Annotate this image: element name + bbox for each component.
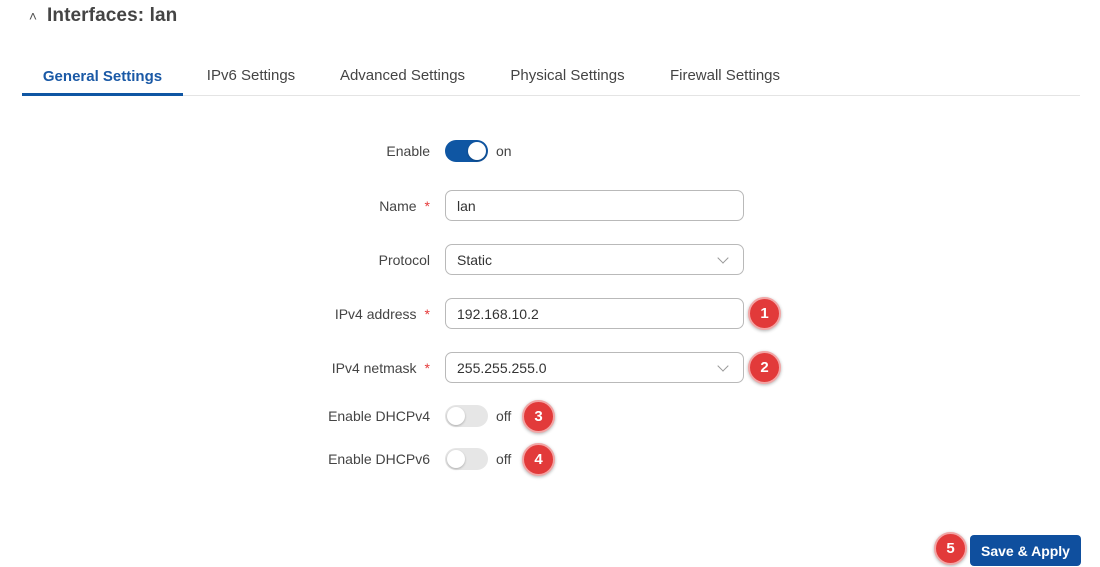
dhcpv6-label: Enable DHCPv6 [328,451,430,467]
dhcpv6-row: Enable DHCPv6 off 4 [0,442,1100,476]
enable-row: Enable on [0,140,1100,162]
toggle-knob [447,450,465,468]
dhcpv6-state: off [496,451,512,467]
ipv4-address-label-text: IPv4 address [334,305,417,322]
ipv4-netmask-value: 255.255.255.0 [457,359,547,376]
required-mark: * [424,359,430,376]
page-title: Interfaces: lan [47,5,178,26]
section-header[interactable]: ˄ Interfaces: lan [27,4,177,28]
dhcpv4-row: Enable DHCPv4 off 3 [0,399,1100,433]
dhcpv6-toggle[interactable] [445,448,488,470]
annotation-badge-5: 5 [934,532,967,565]
save-apply-button[interactable]: Save & Apply [970,535,1081,566]
annotation-badge-4: 4 [522,442,555,476]
chevron-down-icon [717,252,729,264]
tab-physical-settings[interactable]: Physical Settings [509,56,626,95]
protocol-row: Protocol Static [0,244,1100,275]
enable-state: on [496,143,512,159]
name-row: Name * [0,190,1100,221]
tab-ipv6-settings[interactable]: IPv6 Settings [205,56,297,95]
annotation-badge-3: 3 [522,399,555,433]
ipv4-netmask-select[interactable]: 255.255.255.0 [445,352,744,383]
enable-label: Enable [386,143,430,159]
protocol-label: Protocol [378,251,430,268]
chevron-up-icon[interactable]: ˄ [27,8,39,24]
name-label: Name * [379,198,430,214]
protocol-value: Static [457,251,493,268]
tab-advanced-settings[interactable]: Advanced Settings [338,56,467,95]
toggle-knob [447,407,465,425]
ipv4-address-input[interactable] [457,305,743,322]
ipv4-address-row: IPv4 address * 1 [0,297,1100,330]
required-mark: * [424,305,430,322]
dhcpv4-label: Enable DHCPv4 [328,408,430,424]
chevron-down-icon [717,360,729,372]
name-input[interactable] [457,197,743,214]
ipv4-netmask-label-text: IPv4 netmask [331,359,417,376]
name-label-text: Name [379,197,417,214]
ipv4-address-label: IPv4 address * [335,306,430,322]
required-mark: * [424,197,430,214]
annotation-badge-1: 1 [748,297,781,330]
ipv4-netmask-row: IPv4 netmask * 255.255.255.0 2 [0,351,1100,384]
tab-bar: General Settings IPv6 Settings Advanced … [22,56,1080,96]
dhcpv4-toggle[interactable] [445,405,488,427]
tab-firewall-settings[interactable]: Firewall Settings [668,56,782,95]
enable-toggle[interactable] [445,140,488,162]
protocol-select[interactable]: Static [445,244,744,275]
name-field[interactable] [445,190,744,221]
toggle-knob [468,142,486,160]
ipv4-address-field[interactable] [445,298,744,329]
dhcpv4-state: off [496,408,512,424]
tab-general-settings[interactable]: General Settings [22,56,183,96]
ipv4-netmask-label: IPv4 netmask * [332,360,430,376]
annotation-badge-2: 2 [748,351,781,384]
